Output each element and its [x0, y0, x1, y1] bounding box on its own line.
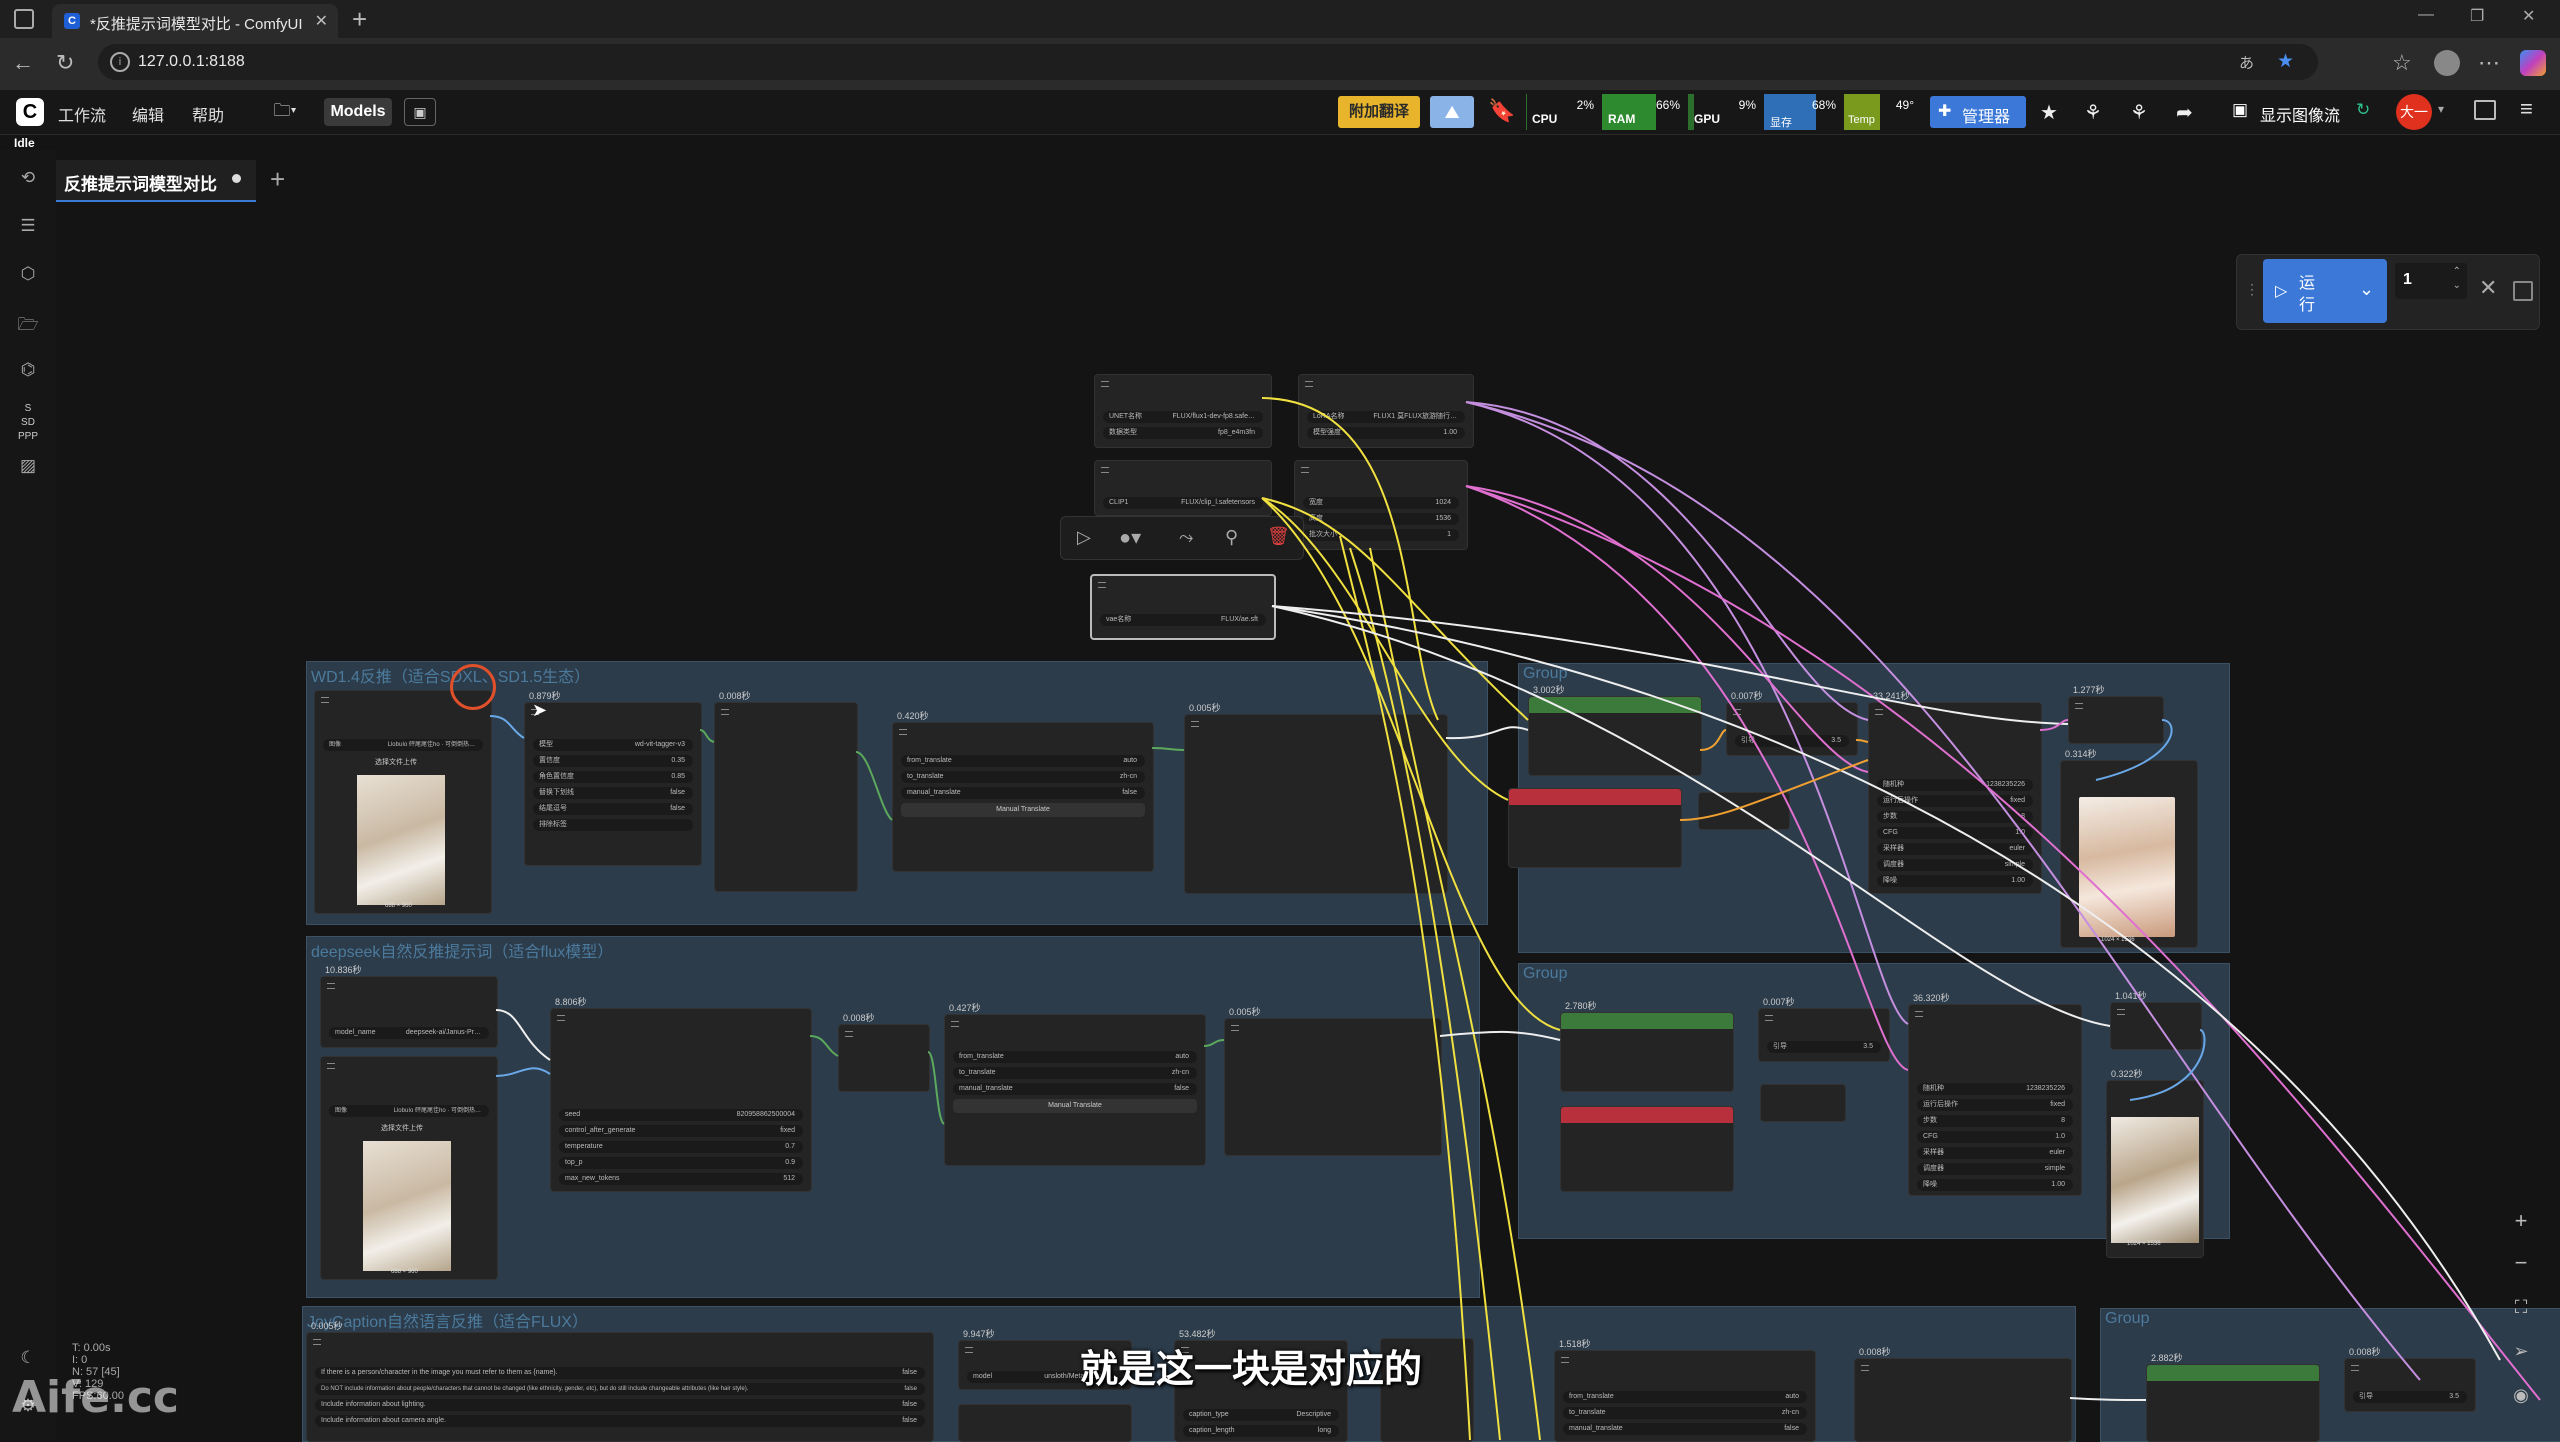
run-panel: ⋮⋮ ▷ 运行 ⌄ 1 ⌃ ⌄ ✕: [2236, 254, 2540, 330]
wire-text: [855, 751, 893, 821]
wire-vae: [1271, 605, 2111, 1027]
batch-count-input[interactable]: 1 ⌃ ⌄: [2395, 263, 2467, 299]
wire-latent: [1465, 485, 1909, 1071]
wire-string: [2069, 1397, 2147, 1401]
fit-view-icon[interactable]: ⛶: [2506, 1292, 2536, 1322]
wire-conditioning: [1855, 739, 1869, 743]
wire-text: [809, 1035, 839, 1057]
wire-image: [2129, 1029, 2206, 1101]
wire-string: [1439, 1030, 1561, 1041]
wire-latent-out: [2039, 719, 2069, 731]
batch-count-value: 1: [2403, 271, 2412, 288]
stop-icon[interactable]: [2513, 281, 2533, 301]
wire-clip: [1261, 497, 1561, 1031]
wire-conditioning: [1699, 729, 1727, 751]
zoom-in-icon[interactable]: +: [2506, 1206, 2536, 1236]
wire-text: [927, 1051, 945, 1125]
zoom-out-icon[interactable]: −: [2506, 1248, 2536, 1278]
toggle-links-icon[interactable]: ◉: [2506, 1380, 2536, 1410]
play-icon: ▷: [2275, 283, 2288, 300]
stepper-icon[interactable]: ⌃ ⌄: [2453, 265, 2461, 293]
wire-lora-model: [1465, 401, 1869, 721]
stat-i: I: 0: [72, 1354, 88, 1366]
wire-image-in: [495, 1067, 551, 1077]
wire-image: [2095, 719, 2173, 781]
stat-time: T: 0.00s: [72, 1342, 111, 1354]
wire-janus-model: [495, 1009, 551, 1061]
watermark: Aife.cc: [12, 1372, 179, 1423]
wire-text: [1203, 1039, 1225, 1047]
run-label: 运行: [2299, 275, 2316, 314]
chevron-down-icon[interactable]: ⌄: [2359, 279, 2374, 300]
video-subtitle: 就是这一块是对应的: [1080, 1349, 1423, 1391]
clear-queue-icon[interactable]: ✕: [2479, 275, 2497, 301]
wire-image-in: [489, 715, 525, 739]
mouse-cursor-icon: ➤: [532, 700, 548, 720]
wire-clip: [1261, 497, 1509, 801]
wire-text: [1151, 747, 1185, 751]
run-button[interactable]: ▷ 运行 ⌄: [2263, 259, 2387, 323]
wire-text: [699, 729, 715, 743]
wire-model: [1339, 535, 1471, 1440]
click-highlight-ring: [450, 664, 496, 710]
wire-latent: [1465, 485, 2541, 1401]
wire-lora-model: [1465, 401, 2421, 1381]
wire-string: [1445, 726, 1529, 740]
canvas-zoom-controls: + − ⛶ ➢ ◉: [2502, 1204, 2542, 1428]
link-wires: [489, 397, 2541, 1440]
select-mode-icon[interactable]: ➢: [2506, 1336, 2536, 1366]
wire-model: [1261, 397, 1439, 721]
